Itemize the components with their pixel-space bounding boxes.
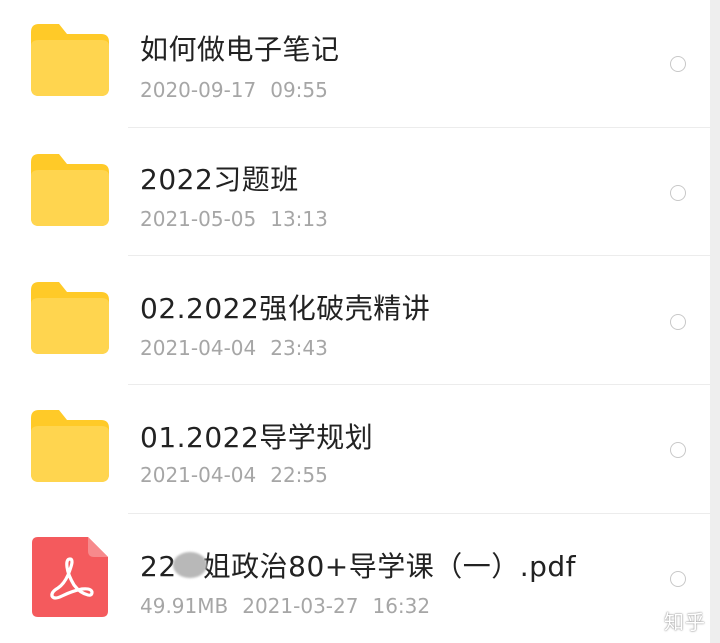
divider bbox=[128, 513, 710, 514]
file-meta: 2021-04-04 22:55 bbox=[140, 463, 328, 487]
file-row-folder[interactable]: 01.2022导学规划 2021-04-04 22:55 bbox=[0, 386, 710, 514]
folder-icon bbox=[31, 24, 109, 96]
file-date: 2021-05-05 bbox=[140, 207, 257, 231]
file-name: 22 姐政治80+导学课（一）.pdf bbox=[140, 545, 576, 585]
file-row-pdf[interactable]: 22 姐政治80+导学课（一）.pdf 49.91MB 2021-03-27 16:3… bbox=[0, 515, 710, 643]
select-radio[interactable] bbox=[670, 442, 686, 458]
file-time: 23:43 bbox=[270, 336, 328, 360]
divider bbox=[128, 255, 710, 256]
file-time: 22:55 bbox=[270, 463, 328, 487]
folder-icon bbox=[31, 410, 109, 482]
folder-icon bbox=[31, 154, 109, 226]
file-row-folder[interactable]: 如何做电子笔记 2020-09-17 09:55 bbox=[0, 0, 710, 128]
select-radio[interactable] bbox=[670, 185, 686, 201]
file-list: 如何做电子笔记 2020-09-17 09:55 2022习题班 2021-05-… bbox=[0, 0, 710, 643]
file-browser-screen: 如何做电子笔记 2020-09-17 09:55 2022习题班 2021-05-… bbox=[0, 0, 720, 643]
file-time: 09:55 bbox=[270, 78, 328, 102]
folder-icon bbox=[31, 282, 109, 354]
file-date: 2021-04-04 bbox=[140, 463, 257, 487]
file-name: 01.2022导学规划 bbox=[140, 421, 374, 454]
file-date: 2021-04-04 bbox=[140, 336, 257, 360]
select-radio[interactable] bbox=[670, 314, 686, 330]
zhihu-watermark: 知乎 bbox=[664, 610, 706, 634]
file-date: 2020-09-17 bbox=[140, 78, 257, 102]
file-row-folder[interactable]: 02.2022强化破壳精讲 2021-04-04 23:43 bbox=[0, 257, 710, 385]
select-radio[interactable] bbox=[670, 56, 686, 72]
pdf-icon bbox=[32, 537, 108, 617]
file-row-folder[interactable]: 2022习题班 2021-05-05 13:13 bbox=[0, 128, 710, 256]
divider bbox=[128, 384, 710, 385]
file-time: 16:32 bbox=[372, 594, 431, 618]
file-meta: 2021-04-04 23:43 bbox=[140, 336, 328, 360]
file-name-prefix: 22 bbox=[140, 550, 177, 583]
file-name: 02.2022强化破壳精讲 bbox=[140, 292, 431, 325]
file-meta: 2020-09-17 09:55 bbox=[140, 78, 328, 102]
redaction-blur bbox=[172, 552, 207, 578]
file-date: 2021-03-27 bbox=[242, 594, 359, 618]
file-time: 13:13 bbox=[270, 207, 328, 231]
file-name: 如何做电子笔记 bbox=[140, 33, 340, 66]
file-name-suffix: 姐政治80+导学课（一）.pdf bbox=[202, 550, 577, 583]
file-size: 49.91MB bbox=[140, 594, 229, 618]
file-meta: 2021-05-05 13:13 bbox=[140, 207, 328, 231]
file-meta: 49.91MB 2021-03-27 16:32 bbox=[140, 594, 430, 618]
scroll-edge bbox=[710, 0, 720, 643]
select-radio[interactable] bbox=[670, 571, 686, 587]
file-name: 2022习题班 bbox=[140, 163, 299, 196]
